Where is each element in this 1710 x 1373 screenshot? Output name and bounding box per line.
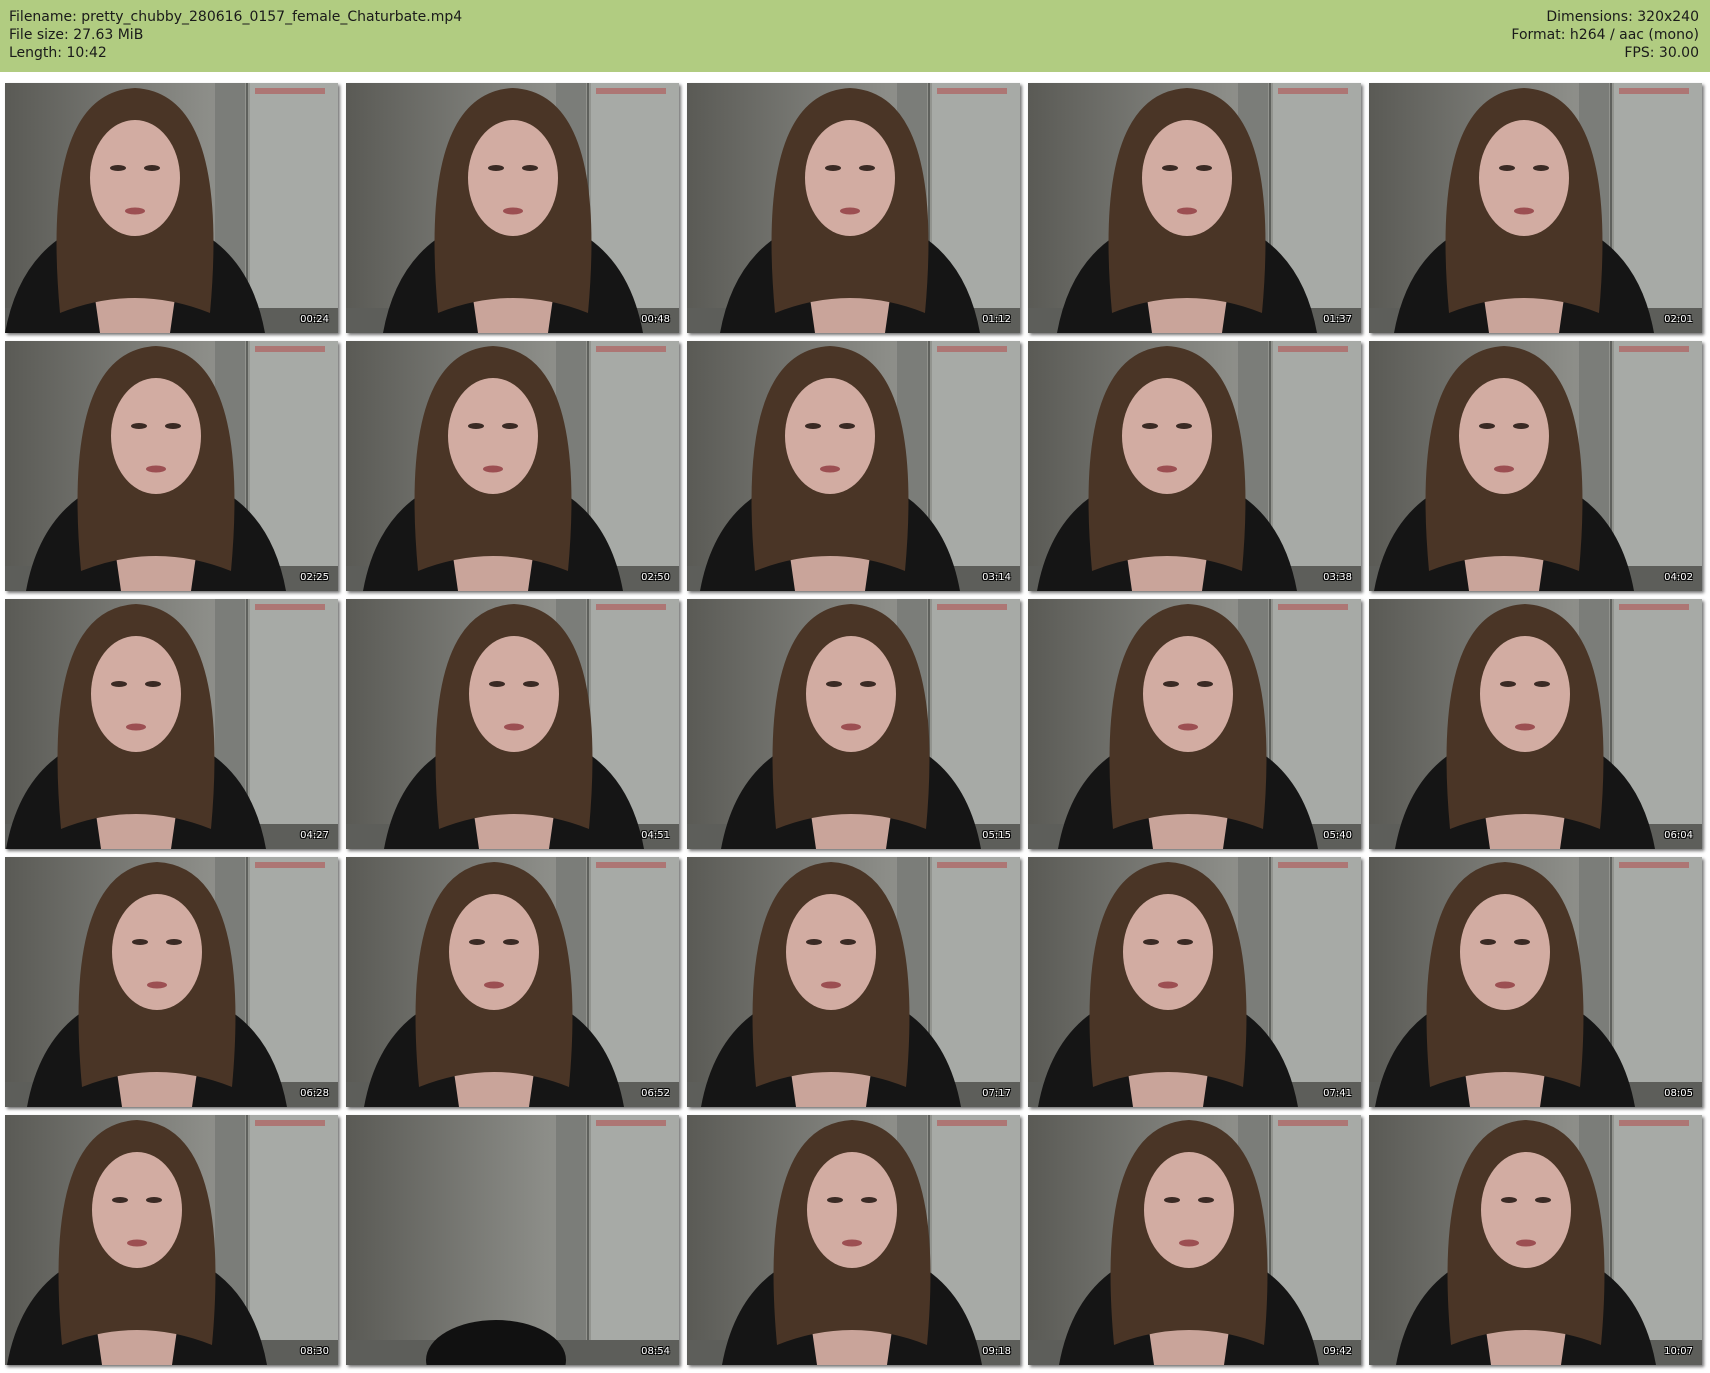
thumbnail-timestamp: 05:40 — [1323, 830, 1352, 841]
video-thumbnail[interactable]: 07:17 — [687, 857, 1020, 1107]
thumbnail-timestamp: 10:07 — [1664, 1346, 1693, 1357]
frame-image — [1028, 857, 1361, 1107]
frame-image — [687, 1115, 1020, 1365]
frame-image — [1369, 857, 1702, 1107]
dimensions-text: Dimensions: 320x240 — [1546, 9, 1699, 25]
video-thumbnail[interactable]: 01:12 — [687, 83, 1020, 333]
info-right: Dimensions: 320x240 Format: h264 / aac (… — [1511, 8, 1699, 62]
thumbnail-timestamp: 06:52 — [641, 1088, 670, 1099]
video-thumbnail[interactable]: 09:18 — [687, 1115, 1020, 1365]
thumbnail-timestamp: 01:12 — [982, 314, 1011, 325]
frame-image — [687, 83, 1020, 333]
thumbnail-timestamp: 09:42 — [1323, 1346, 1352, 1357]
frame-image — [1369, 83, 1702, 333]
thumbnail-timestamp: 08:05 — [1664, 1088, 1693, 1099]
thumbnail-timestamp: 03:38 — [1323, 572, 1352, 583]
video-thumbnail[interactable]: 04:02 — [1369, 341, 1702, 591]
thumbnail-timestamp: 08:54 — [641, 1346, 670, 1357]
video-thumbnail[interactable]: 05:40 — [1028, 599, 1361, 849]
video-thumbnail[interactable]: 08:30 — [5, 1115, 338, 1365]
thumbnail-grid: 00:24 00:48 01:12 01:37 02:01 02:25 02:50 03:14… — [5, 83, 1705, 1368]
video-thumbnail[interactable]: 08:05 — [1369, 857, 1702, 1107]
frame-image — [687, 857, 1020, 1107]
length-text: Length: 10:42 — [9, 45, 107, 61]
thumbnail-timestamp: 06:28 — [300, 1088, 329, 1099]
video-thumbnail[interactable]: 02:50 — [346, 341, 679, 591]
frame-image — [1028, 1115, 1361, 1365]
video-thumbnail[interactable]: 07:41 — [1028, 857, 1361, 1107]
thumbnail-timestamp: 08:30 — [300, 1346, 329, 1357]
video-thumbnail[interactable]: 04:51 — [346, 599, 679, 849]
thumbnail-timestamp: 07:41 — [1323, 1088, 1352, 1099]
frame-image — [1028, 599, 1361, 849]
frame-image — [5, 83, 338, 333]
video-thumbnail[interactable]: 10:07 — [1369, 1115, 1702, 1365]
video-thumbnail[interactable]: 03:38 — [1028, 341, 1361, 591]
filename-text: Filename: pretty_chubby_280616_0157_fema… — [9, 9, 463, 25]
frame-image — [5, 1115, 338, 1365]
video-thumbnail[interactable]: 00:48 — [346, 83, 679, 333]
video-thumbnail[interactable]: 08:54 — [346, 1115, 679, 1365]
format-text: Format: h264 / aac (mono) — [1511, 27, 1699, 43]
frame-image — [346, 1115, 679, 1365]
frame-image — [5, 341, 338, 591]
video-thumbnail[interactable]: 00:24 — [5, 83, 338, 333]
info-left: Filename: pretty_chubby_280616_0157_fema… — [9, 8, 462, 62]
info-header: Filename: pretty_chubby_280616_0157_fema… — [0, 0, 1710, 72]
video-thumbnail[interactable]: 02:25 — [5, 341, 338, 591]
video-thumbnail[interactable]: 06:52 — [346, 857, 679, 1107]
frame-image — [5, 599, 338, 849]
frame-image — [346, 857, 679, 1107]
video-thumbnail[interactable]: 05:15 — [687, 599, 1020, 849]
thumbnail-timestamp: 05:15 — [982, 830, 1011, 841]
thumbnail-timestamp: 00:48 — [641, 314, 670, 325]
thumbnail-timestamp: 04:51 — [641, 830, 670, 841]
thumbnail-timestamp: 09:18 — [982, 1346, 1011, 1357]
video-thumbnail[interactable]: 09:42 — [1028, 1115, 1361, 1365]
video-thumbnail[interactable]: 06:04 — [1369, 599, 1702, 849]
frame-image — [687, 341, 1020, 591]
thumbnail-timestamp: 02:01 — [1664, 314, 1693, 325]
thumbnail-timestamp: 06:04 — [1664, 830, 1693, 841]
thumbnail-timestamp: 03:14 — [982, 572, 1011, 583]
thumbnail-timestamp: 04:27 — [300, 830, 329, 841]
frame-image — [1028, 341, 1361, 591]
thumbnail-timestamp: 00:24 — [300, 314, 329, 325]
thumbnail-timestamp: 01:37 — [1323, 314, 1352, 325]
frame-image — [1028, 83, 1361, 333]
video-thumbnail[interactable]: 01:37 — [1028, 83, 1361, 333]
thumbnail-timestamp: 07:17 — [982, 1088, 1011, 1099]
thumbnail-timestamp: 04:02 — [1664, 572, 1693, 583]
frame-image — [346, 599, 679, 849]
video-thumbnail[interactable]: 04:27 — [5, 599, 338, 849]
video-thumbnail[interactable]: 06:28 — [5, 857, 338, 1107]
frame-image — [5, 857, 338, 1107]
video-thumbnail[interactable]: 03:14 — [687, 341, 1020, 591]
frame-image — [346, 83, 679, 333]
thumbnail-timestamp: 02:25 — [300, 572, 329, 583]
frame-image — [1369, 599, 1702, 849]
frame-image — [1369, 341, 1702, 591]
frame-image — [1369, 1115, 1702, 1365]
fps-text: FPS: 30.00 — [1624, 45, 1699, 61]
frame-image — [346, 341, 679, 591]
frame-image — [687, 599, 1020, 849]
video-thumbnail[interactable]: 02:01 — [1369, 83, 1702, 333]
thumbnail-timestamp: 02:50 — [641, 572, 670, 583]
filesize-text: File size: 27.63 MiB — [9, 27, 144, 43]
